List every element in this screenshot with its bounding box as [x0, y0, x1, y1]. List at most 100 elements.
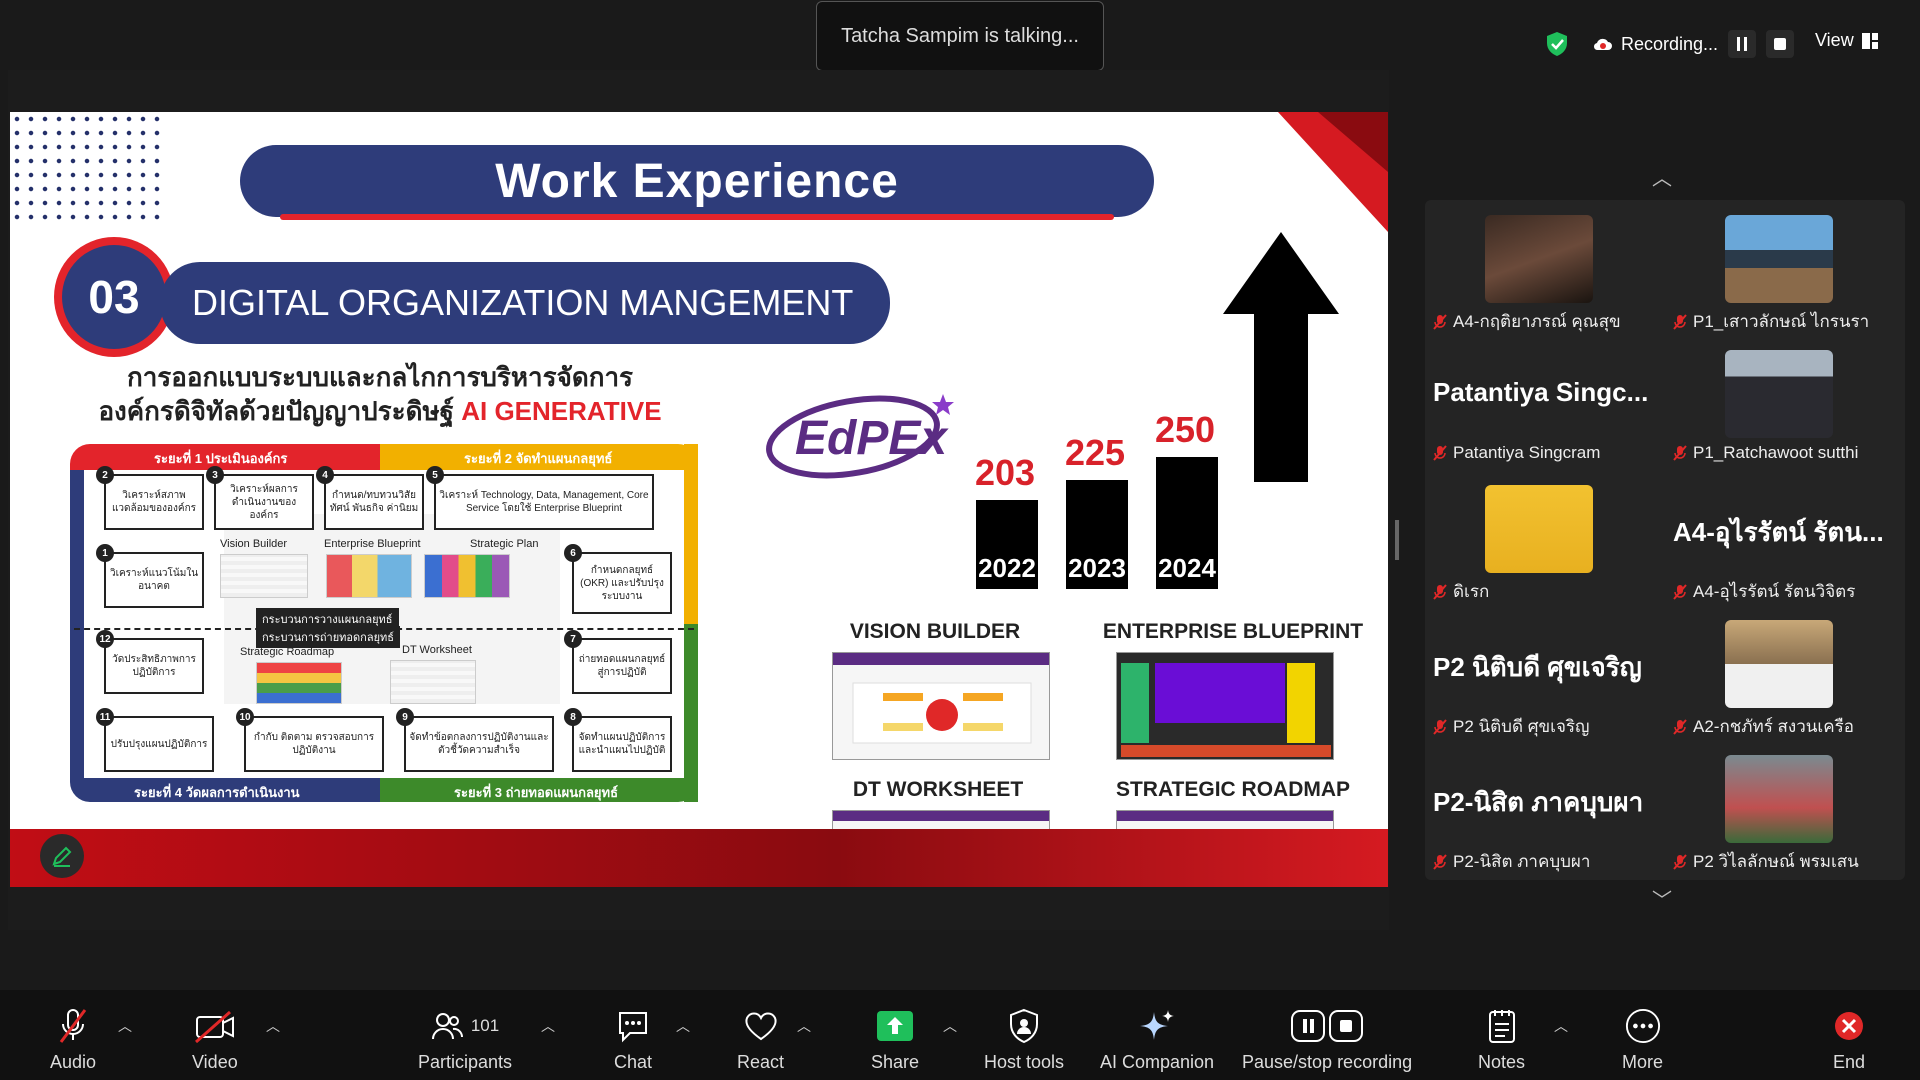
step-number: 12 [96, 630, 114, 648]
dt-worksheet-title: DT WORKSHEET [852, 778, 1024, 801]
step-number: 4 [316, 466, 334, 484]
view-button[interactable]: View [1815, 30, 1878, 51]
pause-stop-icon [1291, 1010, 1364, 1042]
participant-name: A4-กฤติยาภรณ์ คุณสุข [1453, 312, 1621, 331]
ai-companion-label: AI Companion [1100, 1052, 1215, 1072]
chart-value-label: 203 [974, 452, 1036, 493]
annotate-button[interactable] [40, 834, 84, 878]
participant-tile[interactable]: A4-กฤติยาภรณ์ คุณสุข [1425, 200, 1665, 335]
worksheet-thumb [390, 660, 476, 704]
participant-gallery: A4-กฤติยาภรณ์ คุณสุข P1_เสาวลักษณ์ ไกรนรา… [1425, 200, 1905, 880]
step-number: 5 [426, 466, 444, 484]
participant-tile[interactable]: P1_เสาวลักษณ์ ไกรนรา [1665, 200, 1905, 335]
heart-icon [745, 1012, 777, 1041]
participant-tile[interactable]: ดิเรก [1425, 470, 1665, 605]
pause-recording-label: Pause/stop recording [1242, 1052, 1413, 1072]
share-button[interactable]: Share [871, 1008, 919, 1073]
decorative-dots [10, 112, 160, 222]
strategic-roadmap-title: STRATEGIC ROADMAP [1115, 778, 1351, 801]
notes-options-caret[interactable]: ︿ [1554, 1016, 1568, 1036]
participant-avatar [1485, 215, 1593, 303]
participant-name-row: A2-กชภัทร์ สงวนเครือ [1673, 713, 1854, 740]
pause-recording-button[interactable] [1728, 30, 1757, 58]
notes-button[interactable]: Notes [1478, 1008, 1525, 1073]
participant-tile[interactable]: A4-อุไรรัตน์ รัตน... A4-อุไรรัตน์ รัตนวิจ… [1665, 470, 1905, 605]
audio-options-caret[interactable]: ︿ [118, 1016, 132, 1036]
step-box: จัดทำแผนปฏิบัติการและนำแผนไปปฏิบัติ [572, 716, 672, 772]
more-label: More [1622, 1052, 1664, 1072]
share-options-caret[interactable]: ︿ [943, 1016, 957, 1036]
mic-muted-icon [1433, 853, 1447, 870]
more-button[interactable]: More [1622, 1008, 1663, 1073]
participant-tile[interactable]: P2 นิติบดี ศุขเจริญ P2 นิติบดี ศุขเจริญ [1425, 605, 1665, 740]
step-box: กำหนด/ทบทวนวิสัยทัศน์ พันธกิจ ค่านิยม [324, 474, 424, 530]
mic-muted-icon [1673, 718, 1687, 735]
video-button[interactable]: Video [192, 1008, 238, 1073]
host-tools-button[interactable]: Host tools [984, 1008, 1064, 1073]
stop-recording-button[interactable] [1766, 30, 1795, 58]
gallery-down-chevron-icon[interactable]: ﹀ [1652, 884, 1672, 913]
edpex-logo: EdPEx [766, 394, 954, 479]
end-meeting-button[interactable]: End [1831, 1008, 1867, 1073]
step-box: วิเคราะห์ Technology, Data, Management, … [434, 474, 654, 530]
thai-heading: การออกแบบระบบและกลไกการบริหารจัดการ องค์… [60, 360, 700, 428]
react-button[interactable]: React [737, 1008, 784, 1073]
mic-muted-icon [59, 1009, 87, 1043]
phase-1-label: ระยะที่ 1 ประเมินองค์กร [154, 451, 288, 466]
panel-resize-handle[interactable] [1395, 520, 1399, 560]
strategic-roadmap-label: Strategic Roadmap [240, 646, 335, 658]
step-box: จัดทำข้อตกลงการปฏิบัติงานและตัวชี้วัดควา… [404, 716, 554, 772]
react-label: React [737, 1052, 785, 1072]
pencil-icon [52, 846, 72, 867]
roadmap-thumb [256, 662, 342, 704]
enterprise-blueprint-screenshot [1116, 652, 1334, 760]
thai-heading-line1: การออกแบบระบบและกลไกการบริหารจัดการ [126, 362, 634, 392]
thai-heading-line2: องค์กรดิจิทัลด้วยปัญญาประดิษฐ์ AI GENERA… [60, 394, 700, 428]
participant-name: P1_Ratchawoot sutthi [1693, 443, 1859, 462]
thai-heading-line2-text: องค์กรดิจิทัลด้วยปัญญาประดิษฐ์ [98, 396, 454, 426]
chart-category-label: 2024 [1158, 553, 1216, 583]
notes-icon [1488, 1010, 1515, 1043]
chat-icon [619, 1012, 648, 1043]
chart-category-label: 2022 [978, 553, 1036, 583]
participant-tile[interactable]: A2-กชภัทร์ สงวนเครือ [1665, 605, 1905, 740]
chart-value-label: 250 [1154, 409, 1216, 450]
pause-stop-recording-button[interactable]: Pause/stop recording [1242, 1008, 1412, 1073]
active-speaker-banner: Tatcha Sampim is talking... [816, 1, 1104, 71]
participants-count: 101 [470, 1016, 500, 1035]
deployment-process-tag: กระบวนการถ่ายทอดกลยุทธ์ [256, 626, 400, 648]
recording-status: Recording... [1545, 26, 1795, 62]
participant-tile[interactable]: P2 วิไลลักษณ์ พรมเสน [1665, 740, 1905, 875]
react-options-caret[interactable]: ︿ [797, 1016, 811, 1036]
enterprise-blueprint-graphic [1117, 653, 1333, 759]
step-box: กำกับ ติดตาม ตรวจสอบการปฏิบัติงาน [244, 716, 384, 772]
blueprint-thumb [326, 554, 412, 598]
participant-tile[interactable]: P2-นิสิต ภาคบุบผา P2-นิสิต ภาคบุบผา [1425, 740, 1665, 875]
step-number: 9 [396, 708, 414, 726]
mic-muted-icon [1673, 445, 1687, 461]
video-off-icon [194, 1010, 234, 1044]
participants-button[interactable]: 101 Participants [418, 1008, 512, 1073]
participant-name: P2 วิไลลักษณ์ พรมเสน [1693, 852, 1859, 871]
step-number: 7 [564, 630, 582, 648]
chat-button[interactable]: Chat [614, 1008, 652, 1073]
cloud-record-icon [1593, 38, 1612, 51]
participant-name-row: P2 นิติบดี ศุขเจริญ [1433, 713, 1590, 740]
audio-button[interactable]: Audio [50, 1008, 96, 1073]
title-underline [280, 214, 1114, 220]
phase-2-side [684, 444, 698, 624]
participant-tile[interactable]: Patantiya Singc... Patantiya Singcram [1425, 335, 1665, 470]
video-options-caret[interactable]: ︿ [266, 1016, 280, 1036]
participant-name: P1_เสาวลักษณ์ ไกรนรา [1693, 312, 1870, 331]
mic-muted-icon [1433, 583, 1447, 600]
vision-builder-graphic [833, 653, 1049, 744]
ai-companion-button[interactable]: AI Companion [1100, 1008, 1214, 1073]
chat-options-caret[interactable]: ︿ [676, 1016, 690, 1036]
participant-tile[interactable]: P1_Ratchawoot sutthi [1665, 335, 1905, 470]
growth-arrow-icon [1223, 232, 1339, 482]
gallery-up-chevron-icon[interactable]: ︿ [1652, 162, 1672, 191]
participants-options-caret[interactable]: ︿ [541, 1016, 555, 1036]
enterprise-blueprint-title: ENTERPRISE BLUEPRINT [1102, 620, 1364, 643]
shield-icon [1010, 1008, 1039, 1044]
end-label: End [1832, 1052, 1866, 1072]
